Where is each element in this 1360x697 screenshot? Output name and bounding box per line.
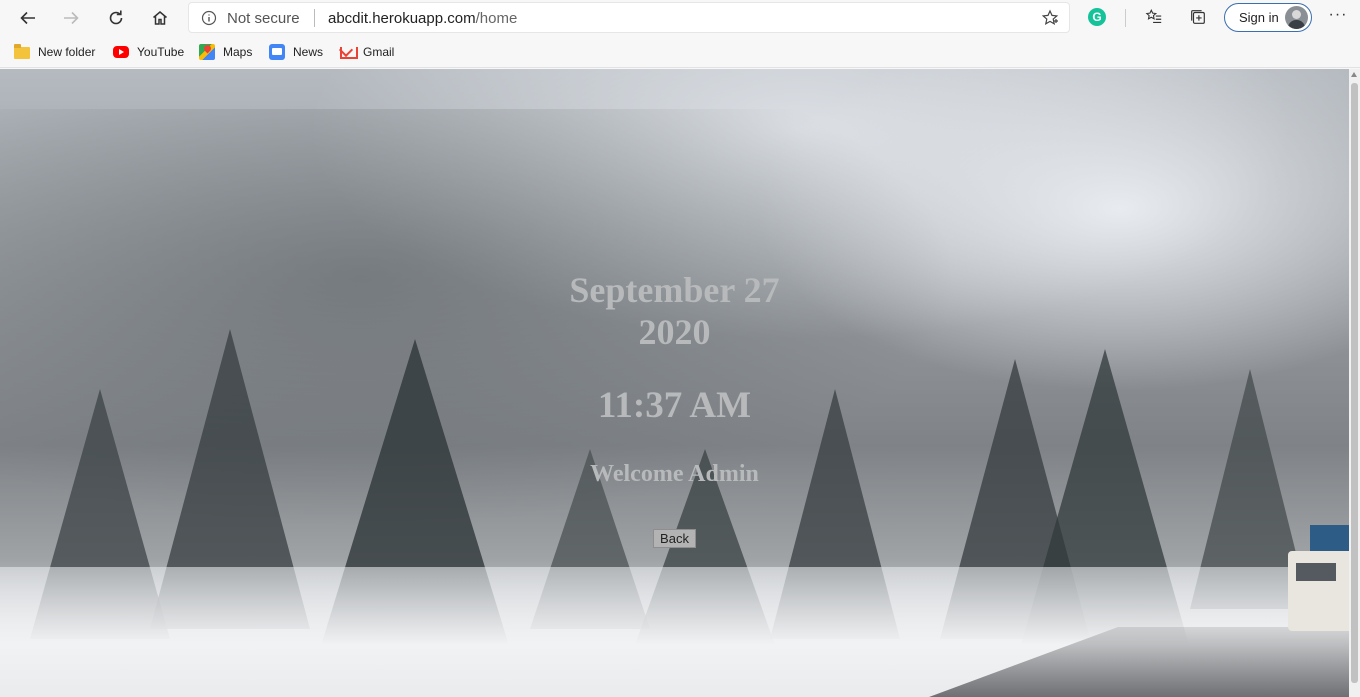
current-time: 11:37 AM bbox=[597, 385, 752, 426]
back-arrow-icon[interactable] bbox=[13, 3, 43, 33]
folder-icon bbox=[14, 44, 30, 59]
date-year: 2020 bbox=[638, 312, 711, 352]
maps-icon bbox=[199, 44, 215, 60]
bookmark-youtube[interactable]: YouTube bbox=[113, 42, 184, 62]
browser-toolbar: Not secure abcdit.herokuapp.com/home G S… bbox=[0, 0, 1360, 36]
vehicle bbox=[1288, 551, 1349, 631]
more-options-icon[interactable]: ··· bbox=[1326, 6, 1350, 28]
bookmark-label: Maps bbox=[223, 45, 253, 59]
page-viewport: September 27 2020 11:37 AM Welcome Admin… bbox=[0, 69, 1349, 697]
page-scrollbar[interactable] bbox=[1349, 69, 1360, 697]
forward-arrow-icon[interactable] bbox=[56, 3, 86, 33]
bookmark-label: Gmail bbox=[363, 45, 395, 59]
bookmarks-bar: New folder YouTube Maps News Gmail bbox=[0, 36, 1360, 68]
bookmark-news[interactable]: News bbox=[269, 42, 323, 62]
sign-in-button[interactable]: Sign in bbox=[1224, 3, 1312, 32]
url-path: /home bbox=[475, 10, 518, 27]
url-text[interactable]: abcdit.herokuapp.com/home bbox=[328, 10, 517, 27]
date-month-day: September 27 bbox=[569, 270, 780, 310]
scroll-thumb[interactable] bbox=[1351, 83, 1358, 683]
home-icon[interactable] bbox=[145, 3, 175, 33]
bookmark-label: YouTube bbox=[137, 45, 185, 59]
favorite-star-icon[interactable] bbox=[1041, 9, 1059, 27]
bookmark-label: News bbox=[293, 45, 324, 59]
grammarly-extension-icon[interactable]: G bbox=[1088, 8, 1106, 26]
bookmark-maps[interactable]: Maps bbox=[199, 42, 252, 62]
bookmark-label: New folder bbox=[38, 45, 96, 59]
back-button[interactable]: Back bbox=[653, 529, 696, 548]
security-status[interactable]: Not secure bbox=[227, 10, 300, 27]
favorites-icon[interactable] bbox=[1143, 6, 1165, 28]
scroll-up-arrow-icon[interactable] bbox=[1351, 72, 1357, 77]
vehicle-roof bbox=[1310, 525, 1349, 551]
profile-avatar bbox=[1285, 6, 1308, 29]
bookmark-gmail[interactable]: Gmail bbox=[339, 42, 394, 62]
address-bar[interactable]: Not secure abcdit.herokuapp.com/home bbox=[188, 2, 1070, 33]
refresh-icon[interactable] bbox=[101, 3, 131, 33]
toolbar-divider bbox=[1125, 9, 1126, 27]
info-icon[interactable] bbox=[201, 10, 217, 26]
url-host: abcdit.herokuapp.com bbox=[328, 10, 476, 27]
sign-in-label: Sign in bbox=[1239, 10, 1279, 25]
welcome-message: Welcome Admin bbox=[590, 461, 759, 487]
gmail-icon bbox=[339, 44, 358, 60]
bookmark-new-folder[interactable]: New folder bbox=[14, 42, 95, 62]
collections-icon[interactable] bbox=[1187, 6, 1209, 28]
news-icon bbox=[269, 44, 285, 60]
youtube-icon bbox=[113, 46, 129, 58]
address-divider bbox=[314, 9, 315, 27]
